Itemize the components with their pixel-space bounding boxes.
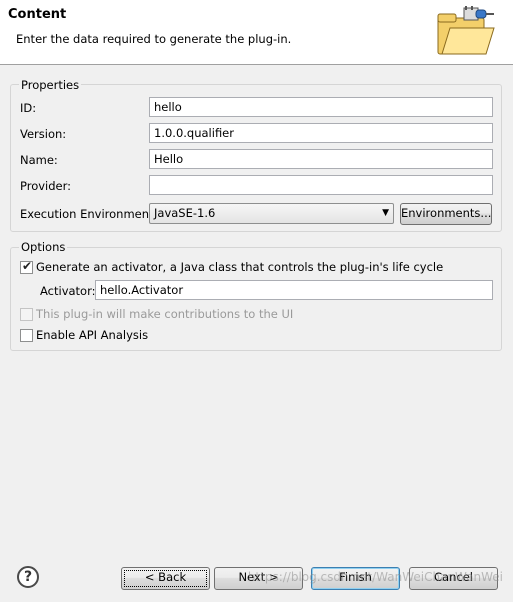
name-label: Name: — [20, 153, 58, 167]
name-field[interactable]: Hello — [149, 149, 493, 169]
cancel-button[interactable]: Cancel — [409, 567, 498, 590]
environments-button[interactable]: Environments... — [400, 203, 492, 225]
api-analysis-label: Enable API Analysis — [36, 328, 149, 342]
chevron-down-icon: ▼ — [382, 208, 389, 218]
version-label: Version: — [20, 127, 67, 141]
properties-group-title: Properties — [19, 78, 82, 92]
generate-activator-checkbox[interactable]: ✔ — [20, 259, 33, 274]
version-field[interactable]: 1.0.0.qualifier — [149, 123, 493, 143]
execution-environment-label: Execution Environment: — [20, 207, 158, 221]
checkmark-icon: ✔ — [22, 259, 33, 273]
plugin-folder-icon — [437, 6, 495, 55]
provider-label: Provider: — [20, 179, 72, 193]
options-group-title: Options — [19, 240, 68, 254]
page-description: Enter the data required to generate the … — [16, 32, 292, 46]
page-title: Content — [8, 7, 67, 22]
activator-field[interactable]: hello.Activator — [95, 280, 493, 300]
back-button[interactable]: < Back — [121, 567, 210, 590]
finish-button[interactable]: Finish — [311, 567, 400, 590]
id-field[interactable]: hello — [149, 97, 493, 117]
help-icon[interactable]: ? — [17, 566, 39, 588]
generate-activator-label: Generate an activator, a Java class that… — [36, 260, 444, 274]
id-label: ID: — [20, 101, 37, 115]
ui-contributions-checkbox[interactable] — [20, 308, 33, 321]
ui-contributions-label: This plug-in will make contributions to … — [36, 307, 294, 321]
next-button[interactable]: Next > — [214, 567, 303, 590]
execution-environment-value: JavaSE-1.6 — [154, 206, 216, 220]
activator-label: Activator: — [40, 284, 96, 298]
api-analysis-checkbox[interactable] — [20, 329, 33, 342]
provider-field[interactable] — [149, 175, 493, 195]
wizard-header: Content Enter the data required to gener… — [0, 0, 513, 65]
execution-environment-select[interactable]: JavaSE-1.6 ▼ — [149, 203, 394, 224]
